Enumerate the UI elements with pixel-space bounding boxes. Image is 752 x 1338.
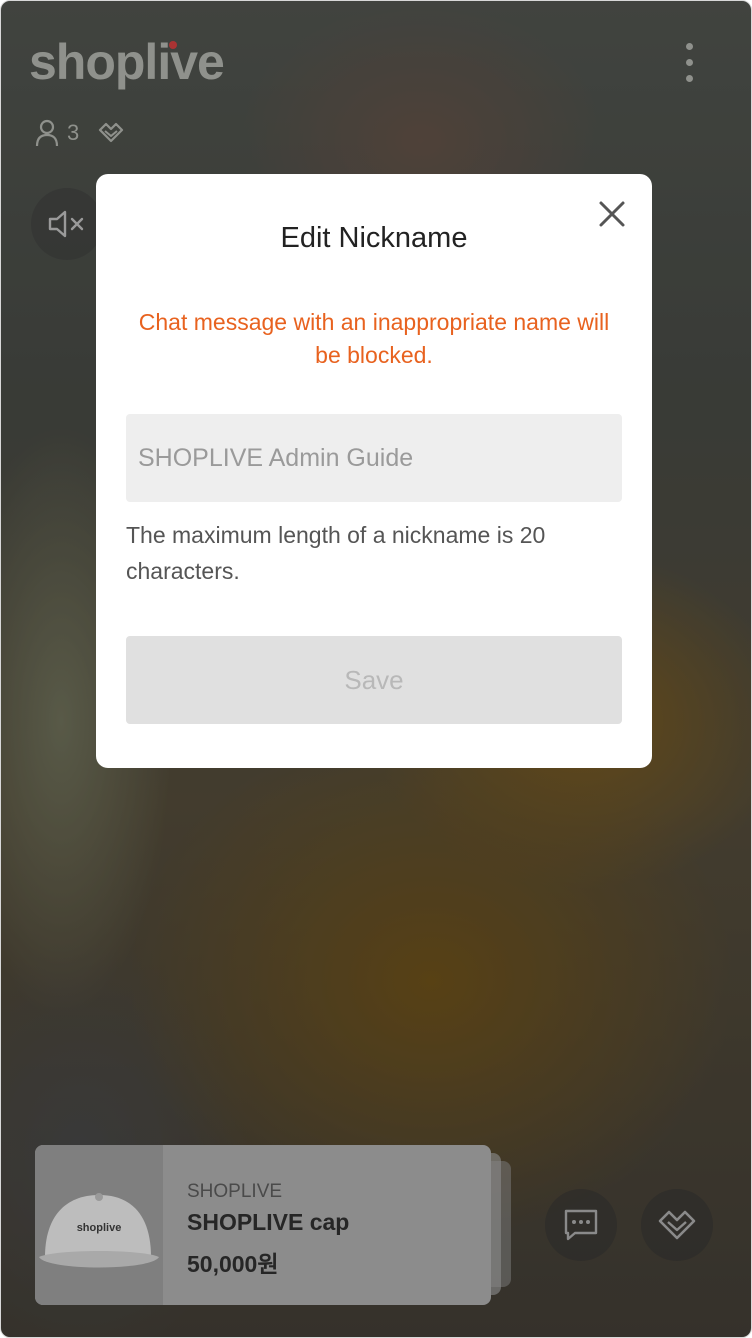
mute-icon (48, 210, 84, 238)
product-thumbnail: shoplive (35, 1145, 163, 1305)
product-card[interactable]: shoplive SHOPLIVE SHOPLIVE cap 50,000원 (35, 1145, 491, 1305)
more-icon[interactable] (679, 43, 699, 91)
brand-logo: shoplive (29, 34, 225, 90)
edit-nickname-dialog: Edit Nickname Chat message with an inapp… (96, 174, 652, 768)
product-brand: SHOPLIVE (187, 1181, 283, 1202)
mute-button[interactable] (31, 188, 103, 260)
dialog-title: Edit Nickname (280, 222, 468, 254)
viewer-stats: 3 (35, 119, 125, 147)
chat-button[interactable] (545, 1189, 617, 1261)
like-icon (658, 1210, 696, 1240)
length-hint: The maximum length of a nickname is 20 c… (126, 522, 546, 584)
brand-logo-dot (169, 41, 177, 49)
product-name: SHOPLIVE cap (187, 1209, 350, 1235)
live-player: shoplive 3 shoplive SHOPLIVE SHOPLIVE ca… (0, 0, 752, 1338)
cap-logo: shoplive (77, 1222, 122, 1234)
viewer-icon (35, 119, 59, 147)
nickname-input[interactable] (126, 414, 622, 502)
product-price: 50,000원 (187, 1251, 279, 1277)
heart-icon (99, 122, 124, 143)
viewer-count: 3 (67, 120, 80, 145)
like-button[interactable] (641, 1189, 713, 1261)
warning-message: Chat message with an inappropriate name … (138, 309, 610, 368)
save-button[interactable]: Save (126, 636, 622, 724)
chat-icon (564, 1209, 598, 1241)
